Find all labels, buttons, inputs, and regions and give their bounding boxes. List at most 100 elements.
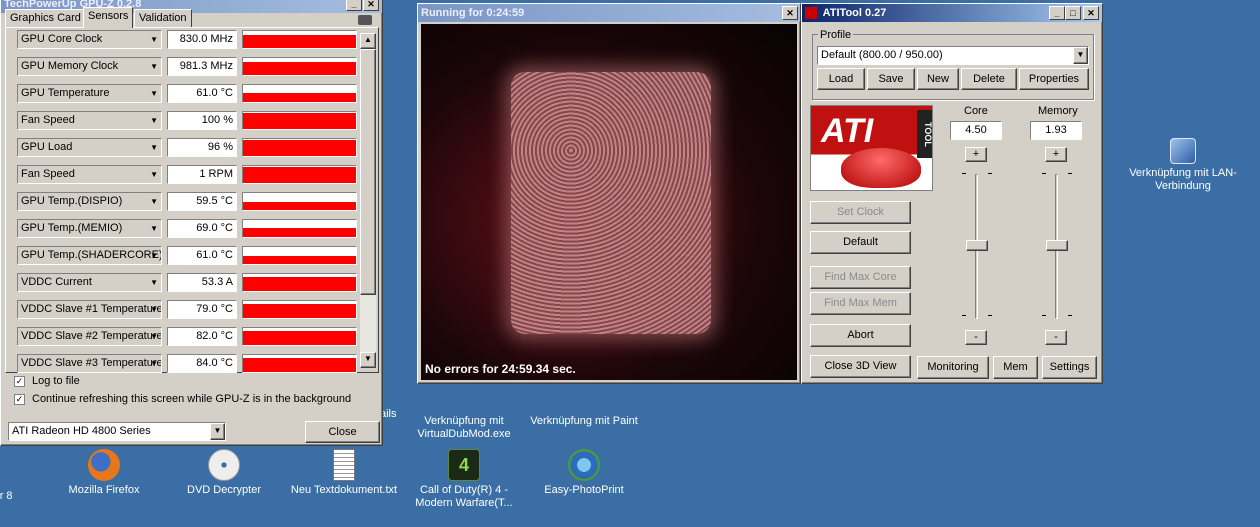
- camera-icon[interactable]: [358, 15, 372, 25]
- sensor-label-select[interactable]: VDDC Slave #1 Temperature ▼: [17, 300, 162, 319]
- sensor-label-select[interactable]: GPU Load ▼: [17, 138, 162, 157]
- sensor-graph: [242, 246, 357, 265]
- logo-text: ATI: [821, 112, 874, 150]
- find-max-mem-button[interactable]: Find Max Mem: [810, 292, 911, 315]
- monitoring-button[interactable]: Monitoring: [917, 356, 989, 379]
- maximize-icon[interactable]: □: [1065, 6, 1081, 20]
- chevron-down-icon[interactable]: ▼: [150, 31, 158, 48]
- sensor-label-select[interactable]: GPU Temp.(DISPIO) ▼: [17, 192, 162, 211]
- app-icon: [805, 7, 817, 20]
- close-button[interactable]: Close: [305, 421, 380, 443]
- set-clock-button[interactable]: Set Clock: [810, 201, 911, 224]
- sensor-graph: [242, 273, 357, 292]
- close-icon[interactable]: ✕: [363, 0, 379, 11]
- memory-slider-thumb[interactable]: [1046, 240, 1068, 251]
- continue-refresh-checkbox[interactable]: ✓: [14, 394, 25, 405]
- default-button[interactable]: Default: [810, 231, 911, 254]
- scrollbar[interactable]: ▲ ▼: [360, 33, 376, 368]
- core-slider-thumb[interactable]: [966, 240, 988, 251]
- core-label: Core: [964, 105, 988, 117]
- sensor-label-select[interactable]: VDDC Slave #3 Temperature ▼: [17, 354, 162, 373]
- sensor-label-select[interactable]: VDDC Slave #2 Temperature ▼: [17, 327, 162, 346]
- sensor-value: 53.3 A: [167, 273, 237, 292]
- sensor-graph-fill: [243, 357, 356, 372]
- desktop-icon-paint[interactable]: Verknüpfung mit Paint: [524, 380, 644, 428]
- chevron-down-icon[interactable]: ▼: [150, 112, 158, 129]
- desktop-icon-dvd-decrypter[interactable]: DVD Decrypter: [164, 449, 284, 497]
- tab-validation[interactable]: Validation: [134, 9, 192, 27]
- profile-select[interactable]: Default (800.00 / 950.00) ▼: [817, 46, 1089, 65]
- chevron-down-icon[interactable]: ▼: [150, 193, 158, 210]
- chevron-down-icon[interactable]: ▼: [150, 247, 158, 264]
- sensor-value: 69.0 °C: [167, 219, 237, 238]
- sensor-graph-fill: [243, 35, 356, 48]
- chevron-down-icon[interactable]: ▼: [1073, 47, 1088, 64]
- new-button[interactable]: New: [917, 68, 959, 90]
- close-icon[interactable]: ✕: [782, 6, 798, 20]
- core-plus-button[interactable]: +: [965, 147, 987, 162]
- core-value-field[interactable]: 4.50: [950, 121, 1002, 140]
- desktop-icon-photoprint[interactable]: Easy-PhotoPrint: [524, 449, 644, 497]
- chevron-down-icon[interactable]: ▼: [150, 220, 158, 237]
- settings-button[interactable]: Settings: [1042, 356, 1097, 379]
- chevron-down-icon[interactable]: ▼: [150, 328, 158, 345]
- sensor-label: GPU Core Clock: [21, 33, 103, 45]
- core-slider[interactable]: [962, 169, 992, 324]
- memory-slider[interactable]: [1042, 169, 1072, 324]
- tab-graphics-card[interactable]: Graphics Card: [5, 9, 86, 27]
- scroll-down-button[interactable]: ▼: [360, 352, 376, 368]
- chevron-down-icon[interactable]: ▼: [150, 301, 158, 318]
- sensor-graph-fill: [243, 62, 356, 75]
- scroll-up-button[interactable]: ▲: [360, 33, 376, 49]
- chevron-down-icon[interactable]: ▼: [150, 355, 158, 372]
- sensor-value: 96 %: [167, 138, 237, 157]
- sensor-label-select[interactable]: GPU Memory Clock ▼: [17, 57, 162, 76]
- minimize-icon[interactable]: _: [1049, 6, 1065, 20]
- sensor-label-select[interactable]: GPU Temp.(MEMIO) ▼: [17, 219, 162, 238]
- desktop-icon-lan[interactable]: Verknüpfung mit LAN-Verbindung: [1123, 138, 1243, 193]
- memory-minus-button[interactable]: -: [1045, 330, 1067, 345]
- load-button[interactable]: Load: [817, 68, 865, 90]
- core-minus-button[interactable]: -: [965, 330, 987, 345]
- find-max-core-button[interactable]: Find Max Core: [810, 266, 911, 289]
- gpu-select[interactable]: ATI Radeon HD 4800 Series ▼: [8, 422, 226, 441]
- delete-button[interactable]: Delete: [961, 68, 1017, 90]
- close-3d-view-button[interactable]: Close 3D View: [810, 355, 911, 378]
- chevron-down-icon[interactable]: ▼: [150, 274, 158, 291]
- log-to-file-checkbox[interactable]: ✓: [14, 376, 25, 387]
- tab-sensors[interactable]: Sensors: [83, 7, 134, 28]
- mem-button[interactable]: Mem: [993, 356, 1038, 379]
- minimize-icon[interactable]: _: [346, 0, 362, 11]
- chevron-down-icon[interactable]: ▼: [210, 423, 225, 440]
- save-button[interactable]: Save: [867, 68, 915, 90]
- abort-button[interactable]: Abort: [810, 324, 911, 347]
- render-window: Running for 0:24:59 ✕ No errors for 24:5…: [417, 3, 801, 384]
- desktop-icon-cod4[interactable]: 4 Call of Duty(R) 4 - Modern Warfare(T..…: [404, 449, 524, 510]
- memory-value-field[interactable]: 1.93: [1030, 121, 1082, 140]
- chevron-down-icon[interactable]: ▼: [150, 166, 158, 183]
- atitool-titlebar[interactable]: ATITool 0.27 ✕ □ _: [802, 4, 1102, 22]
- scroll-thumb[interactable]: [360, 49, 376, 295]
- sensor-label-select[interactable]: Fan Speed ▼: [17, 111, 162, 130]
- sensor-label: VDDC Slave #1 Temperature: [21, 303, 162, 315]
- chevron-down-icon[interactable]: ▼: [150, 85, 158, 102]
- memory-plus-button[interactable]: +: [1045, 147, 1067, 162]
- desktop-icon-label: Neu Textdokument.txt: [290, 484, 398, 496]
- render-titlebar[interactable]: Running for 0:24:59 ✕: [418, 4, 800, 22]
- sensor-label-select[interactable]: Fan Speed ▼: [17, 165, 162, 184]
- sensor-label-select[interactable]: VDDC Current ▼: [17, 273, 162, 292]
- window-title: ATITool 0.27: [822, 7, 887, 19]
- properties-button[interactable]: Properties: [1019, 68, 1089, 90]
- desktop-icon-firefox[interactable]: Mozilla Firefox: [44, 449, 164, 497]
- sensor-label-select[interactable]: GPU Core Clock ▼: [17, 30, 162, 49]
- chevron-down-icon[interactable]: ▼: [150, 58, 158, 75]
- sensor-row: VDDC Current ▼ 53.3 A: [17, 271, 359, 293]
- chevron-down-icon[interactable]: ▼: [150, 139, 158, 156]
- close-icon[interactable]: ✕: [1083, 6, 1099, 20]
- desktop-icon-virtualdub[interactable]: Verknüpfung mit VirtualDubMod.exe: [404, 380, 524, 441]
- sensor-label-select[interactable]: GPU Temperature ▼: [17, 84, 162, 103]
- sensor-label-select[interactable]: GPU Temp.(SHADERCORE) ▼: [17, 246, 162, 265]
- sensor-graph-fill: [243, 330, 356, 345]
- sensor-label: GPU Temperature: [21, 87, 110, 99]
- desktop-icon-textfile[interactable]: Neu Textdokument.txt: [284, 449, 404, 497]
